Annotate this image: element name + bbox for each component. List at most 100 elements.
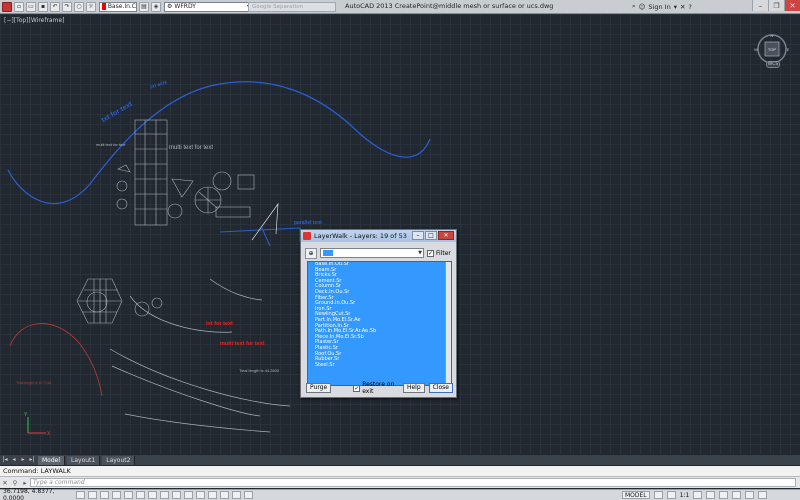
- undo-icon[interactable]: ↶: [50, 1, 60, 12]
- layer-list-item[interactable]: Steel.Sr: [308, 362, 451, 369]
- select-objects-icon[interactable]: ⊕: [305, 247, 317, 259]
- help-icon[interactable]: ?: [688, 3, 691, 11]
- snap-mode-icon[interactable]: [88, 491, 97, 499]
- purge-button[interactable]: Purge: [306, 383, 332, 393]
- filter-value: [323, 250, 333, 256]
- filter-combo[interactable]: ▼: [320, 248, 424, 258]
- redo-icon[interactable]: ↷: [62, 1, 72, 12]
- quick-view-layouts-icon[interactable]: [653, 491, 663, 499]
- ortho-mode-icon[interactable]: [112, 491, 121, 499]
- close-icon[interactable]: ✕: [784, 0, 800, 11]
- blue-spline: [7, 81, 431, 205]
- circles: [86, 171, 232, 317]
- restore-checkbox-group[interactable]: ✓ Restore on exit: [353, 381, 395, 395]
- compass-e: E: [787, 47, 790, 52]
- match-layer-icon[interactable]: ◈: [151, 1, 161, 12]
- viewcube-face-label: TOP: [768, 47, 776, 52]
- lightbulb-icon[interactable]: ○: [74, 1, 84, 12]
- app-title: AutoCAD 2013 CreatePoint@middle mesh or …: [345, 2, 554, 10]
- grid-display-icon[interactable]: [100, 491, 109, 499]
- selection-cycling-icon[interactable]: [232, 491, 241, 499]
- lock-icon[interactable]: [719, 491, 729, 499]
- chevron-down-icon[interactable]: ▾: [674, 3, 677, 11]
- search-icon[interactable]: ⌕: [632, 2, 636, 11]
- autocad-window: ▫ ▭ ▪ ↶ ↷ ○ ☼ Base.In.C ▤ ◈ ⚙ WFRDY ▾ Go…: [0, 0, 800, 500]
- hexagon-mesh: [76, 278, 123, 324]
- isolate-objects-icon[interactable]: [745, 491, 755, 499]
- minimize-icon[interactable]: –: [752, 0, 768, 11]
- next-tab-icon[interactable]: ▸: [19, 456, 27, 464]
- length-label-text: Total length is 44.2600: [239, 368, 280, 373]
- open-file-icon[interactable]: ▭: [26, 1, 36, 12]
- workspace-switching-icon[interactable]: [706, 491, 716, 499]
- layer-list-scrollbar[interactable]: [445, 262, 451, 385]
- dialog-button-row: Purge ✓ Restore on exit Help Close: [306, 381, 453, 395]
- layer-list[interactable]: Base.In.Ou.Sr Beam.Sr Bricks.Sr Cement.Sr Co…: [307, 261, 452, 386]
- command-settings-icon[interactable]: ⚲: [10, 479, 20, 487]
- layer-items: Base.In.Ou.Sr Beam.Sr Bricks.Sr Cement.Sr Co…: [308, 262, 451, 368]
- prev-tab-icon[interactable]: ◂: [10, 456, 18, 464]
- object-snap-tracking-icon[interactable]: [160, 491, 169, 499]
- model-space-button[interactable]: MODEL: [622, 491, 650, 499]
- close-command-icon[interactable]: ✕: [0, 479, 10, 487]
- tab-layout2[interactable]: Layout2: [102, 455, 136, 465]
- tab-model[interactable]: Model: [38, 455, 66, 465]
- save-icon[interactable]: ▪: [38, 1, 48, 12]
- polar-tracking-icon[interactable]: [124, 491, 133, 499]
- new-file-icon[interactable]: ▫: [14, 1, 24, 12]
- gray-large-text: multi text for text: [169, 145, 214, 151]
- ucs-icon: Y X: [24, 412, 51, 437]
- search-input[interactable]: Google Separation: [248, 2, 336, 12]
- restore-icon[interactable]: ❐: [768, 0, 784, 11]
- sign-in-area[interactable]: ⌕ ☺ Sign In ▾ ✕ ?: [632, 2, 692, 11]
- clean-screen-icon[interactable]: [758, 491, 768, 499]
- help-button[interactable]: Help: [402, 383, 425, 393]
- wcs-menu-button[interactable]: WCS: [766, 61, 780, 68]
- maximize-icon[interactable]: □: [425, 231, 437, 240]
- infer-constraints-icon[interactable]: [76, 491, 85, 499]
- arcs: [109, 278, 291, 433]
- workspace-combo[interactable]: ⚙ WFRDY ▾: [164, 1, 252, 12]
- annotation-scale[interactable]: 1:1: [680, 492, 690, 499]
- lineweight-icon[interactable]: [196, 491, 205, 499]
- status-bar-right: MODEL 1:1: [622, 491, 768, 499]
- red-text-2: multi text for text: [220, 341, 265, 347]
- mesh-grid: [134, 119, 168, 226]
- tab-layout1[interactable]: Layout1: [67, 455, 101, 465]
- first-tab-icon[interactable]: |◂: [1, 456, 9, 464]
- workspace-gear-icon: ⚙: [167, 3, 173, 10]
- last-tab-icon[interactable]: ▸|: [28, 456, 36, 464]
- dynamic-input-icon[interactable]: [184, 491, 193, 499]
- close-icon[interactable]: ✕: [438, 231, 454, 240]
- command-history: Command: LAYWALK: [0, 466, 800, 476]
- close-button[interactable]: Close: [428, 383, 453, 393]
- transparency-icon[interactable]: [208, 491, 217, 499]
- sun-icon[interactable]: ☼: [86, 1, 96, 12]
- filter-checkbox[interactable]: ✓: [427, 249, 434, 257]
- sign-in-label: Sign In: [648, 2, 671, 11]
- layer-combo-value: Base.In.C: [107, 3, 136, 10]
- exchange-icon[interactable]: ✕: [680, 3, 685, 11]
- 3d-object-snap-icon[interactable]: [148, 491, 157, 499]
- app-menu-icon[interactable]: [2, 1, 12, 12]
- layer-state-icon[interactable]: ▤: [139, 1, 149, 12]
- annotation-monitor-icon[interactable]: [244, 491, 253, 499]
- red-left-text: Total length is 10.7746: [16, 381, 52, 385]
- coordinate-readout[interactable]: 36.7198, 4.8377, 0.0000: [0, 488, 72, 500]
- compass-n: N: [771, 33, 774, 38]
- command-input[interactable]: Type a command: [30, 478, 796, 487]
- annotation-visibility-icon[interactable]: [693, 491, 703, 499]
- quick-properties-icon[interactable]: [220, 491, 229, 499]
- minimize-icon[interactable]: –: [412, 231, 424, 240]
- dynamic-ucs-icon[interactable]: [172, 491, 181, 499]
- restore-checkbox[interactable]: ✓: [353, 384, 361, 392]
- user-icon: ☺: [638, 2, 646, 11]
- object-snap-icon[interactable]: [136, 491, 145, 499]
- red-text-1: txt for text: [206, 321, 233, 327]
- layerwalk-dialog: LayerWalk - Layers: 19 of 53 – □ ✕ ⊕ ▼ ✓…: [300, 229, 457, 398]
- title-bar: ▫ ▭ ▪ ↶ ↷ ○ ☼ Base.In.C ▤ ◈ ⚙ WFRDY ▾ Go…: [0, 0, 800, 14]
- layer-combo[interactable]: Base.In.C: [99, 1, 137, 12]
- quick-view-drawings-icon[interactable]: [666, 491, 676, 499]
- filter-checkbox-group[interactable]: ✓ Filter: [427, 249, 451, 257]
- hardware-acceleration-icon[interactable]: [732, 491, 742, 499]
